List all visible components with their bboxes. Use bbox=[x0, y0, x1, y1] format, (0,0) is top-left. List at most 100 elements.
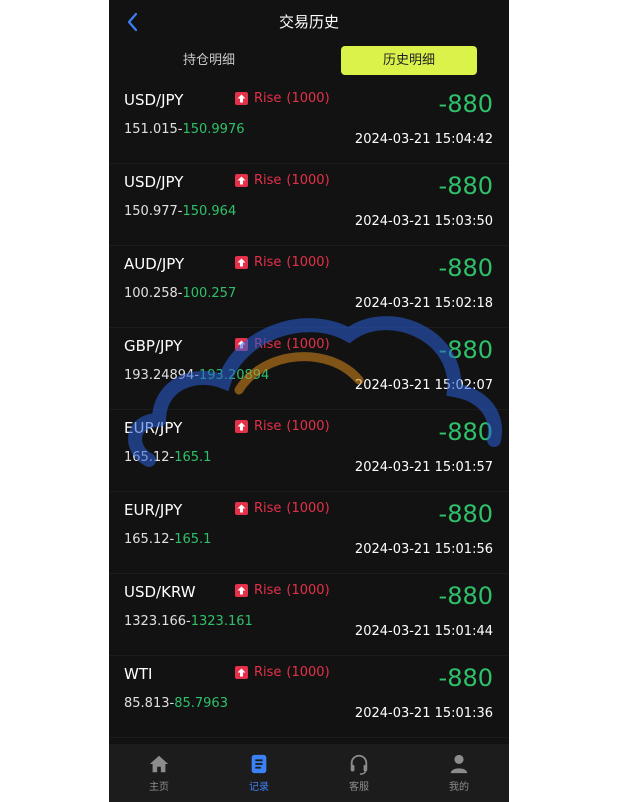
trade-time: 2024-03-21 15:01:56 bbox=[354, 542, 493, 557]
trade-row[interactable]: USD/JPY Rise (1000) 151.015-150.9976 -880 202… bbox=[109, 82, 509, 164]
arrow-up-icon bbox=[235, 420, 248, 433]
direction-label: Rise bbox=[254, 501, 282, 516]
profit-loss: -880 bbox=[438, 664, 493, 692]
trade-pair: EUR/JPY bbox=[124, 419, 183, 437]
nav-home[interactable]: 主页 bbox=[109, 744, 209, 802]
tab-bar: 持仓明细 历史明细 bbox=[109, 46, 509, 76]
headset-icon bbox=[350, 754, 368, 775]
trade-row[interactable]: GBP/JPY Rise (1000) 193.24894-193.20894 -880… bbox=[109, 328, 509, 410]
home-icon bbox=[149, 755, 169, 773]
profit-loss: -880 bbox=[438, 336, 493, 364]
trade-time: 2024-03-21 15:02:07 bbox=[354, 378, 493, 393]
close-price: 1323.161 bbox=[190, 614, 253, 629]
trade-time: 2024-03-21 15:04:42 bbox=[354, 132, 493, 147]
trade-pair: USD/JPY bbox=[124, 91, 184, 109]
profit-loss: -880 bbox=[438, 418, 493, 446]
arrow-up-icon bbox=[235, 666, 248, 679]
trade-amount: (1000) bbox=[286, 255, 330, 270]
price-range: 193.24894-193.20894 bbox=[124, 368, 269, 383]
record-icon bbox=[251, 754, 267, 774]
arrow-up-icon bbox=[235, 338, 248, 351]
open-price: 151.015 bbox=[124, 122, 178, 137]
profit-loss: -880 bbox=[438, 172, 493, 200]
user-icon bbox=[450, 754, 468, 774]
open-price: 165.12 bbox=[124, 450, 170, 465]
direction-label: Rise bbox=[254, 419, 282, 434]
trade-row[interactable]: AUD/JPY Rise (1000) 100.258-100.257 -880 2024… bbox=[109, 246, 509, 328]
trade-amount: (1000) bbox=[286, 419, 330, 434]
open-price: 100.258 bbox=[124, 286, 178, 301]
arrow-up-icon bbox=[235, 584, 248, 597]
direction-label: Rise bbox=[254, 91, 282, 106]
trade-pair: USD/KRW bbox=[124, 583, 196, 601]
direction-label: Rise bbox=[254, 255, 282, 270]
tab-positions[interactable]: 持仓明细 bbox=[145, 46, 273, 75]
trade-amount: (1000) bbox=[286, 665, 330, 680]
open-price: 150.977 bbox=[124, 204, 178, 219]
trade-amount: (1000) bbox=[286, 173, 330, 188]
price-range: 165.12-165.1 bbox=[124, 532, 211, 547]
arrow-up-icon bbox=[235, 92, 248, 105]
phone-screen: 交易历史 持仓明细 历史明细 USD/JPY Rise (1000) 151.015-… bbox=[109, 0, 509, 802]
trade-amount: (1000) bbox=[286, 337, 330, 352]
direction-badge: Rise (1000) bbox=[235, 255, 330, 270]
close-price: 193.20894 bbox=[199, 368, 270, 383]
direction-badge: Rise (1000) bbox=[235, 337, 330, 352]
direction-label: Rise bbox=[254, 173, 282, 188]
close-price: 150.964 bbox=[182, 204, 237, 219]
trade-pair: AUD/JPY bbox=[124, 255, 185, 273]
direction-badge: Rise (1000) bbox=[235, 583, 330, 598]
trade-row[interactable]: USD/KRW Rise (1000) 1323.166-1323.161 -880 20… bbox=[109, 574, 509, 656]
close-price: 150.9976 bbox=[182, 122, 245, 137]
direction-badge: Rise (1000) bbox=[235, 665, 330, 680]
close-price: 100.257 bbox=[182, 286, 237, 301]
trade-amount: (1000) bbox=[286, 501, 330, 516]
profit-loss: -880 bbox=[438, 500, 493, 528]
trade-amount: (1000) bbox=[286, 91, 330, 106]
direction-badge: Rise (1000) bbox=[235, 173, 330, 188]
price-range: 85.813-85.7963 bbox=[124, 696, 228, 711]
trade-pair: USD/JPY bbox=[124, 173, 184, 191]
trade-time: 2024-03-21 15:02:18 bbox=[354, 296, 493, 311]
nav-support-label: 客服 bbox=[349, 782, 369, 793]
trade-time: 2024-03-21 15:01:44 bbox=[354, 624, 493, 639]
trade-time: 2024-03-21 15:01:36 bbox=[354, 706, 493, 721]
open-price: 85.813 bbox=[124, 696, 170, 711]
trade-pair: EUR/JPY bbox=[124, 501, 183, 519]
trade-pair: GBP/JPY bbox=[124, 337, 183, 355]
profit-loss: -880 bbox=[438, 582, 493, 610]
arrow-up-icon bbox=[235, 502, 248, 515]
profit-loss: -880 bbox=[438, 254, 493, 282]
open-price: 193.24894 bbox=[124, 368, 195, 383]
direction-label: Rise bbox=[254, 665, 282, 680]
nav-support[interactable]: 客服 bbox=[309, 744, 409, 802]
direction-badge: Rise (1000) bbox=[235, 501, 330, 516]
direction-label: Rise bbox=[254, 337, 282, 352]
price-range: 150.977-150.964 bbox=[124, 204, 236, 219]
price-range: 100.258-100.257 bbox=[124, 286, 236, 301]
close-price: 85.7963 bbox=[174, 696, 228, 711]
nav-profile[interactable]: 我的 bbox=[409, 744, 509, 802]
trade-row[interactable]: EUR/JPY Rise (1000) 165.12-165.1 -880 2024-03… bbox=[109, 410, 509, 492]
trade-row[interactable]: USD/JPY Rise (1000) 150.977-150.964 -880 2024… bbox=[109, 164, 509, 246]
price-range: 1323.166-1323.161 bbox=[124, 614, 253, 629]
nav-records[interactable]: 记录 bbox=[209, 744, 309, 802]
page-title: 交易历史 bbox=[278, 13, 339, 31]
nav-records-label: 记录 bbox=[249, 782, 269, 793]
bottom-nav: 主页 记录 客服 我的 bbox=[109, 744, 509, 802]
trade-amount: (1000) bbox=[286, 583, 330, 598]
trade-time: 2024-03-21 15:03:50 bbox=[354, 214, 493, 229]
open-price: 1323.166 bbox=[124, 614, 187, 629]
tab-history[interactable]: 历史明细 bbox=[341, 46, 477, 75]
nav-home-label: 主页 bbox=[149, 782, 169, 793]
trade-time: 2024-03-21 15:01:57 bbox=[354, 460, 493, 475]
trade-row[interactable]: WTI Rise (1000) 85.813-85.7963 -880 2024-03-2… bbox=[109, 656, 509, 738]
close-price: 165.1 bbox=[174, 532, 212, 547]
price-range: 151.015-150.9976 bbox=[124, 122, 245, 137]
nav-profile-label: 我的 bbox=[449, 782, 469, 793]
direction-label: Rise bbox=[254, 583, 282, 598]
direction-badge: Rise (1000) bbox=[235, 419, 330, 434]
trade-list: USD/JPY Rise (1000) 151.015-150.9976 -880 202… bbox=[109, 82, 509, 738]
trade-row[interactable]: EUR/JPY Rise (1000) 165.12-165.1 -880 2024-03… bbox=[109, 492, 509, 574]
profit-loss: -880 bbox=[438, 90, 493, 118]
